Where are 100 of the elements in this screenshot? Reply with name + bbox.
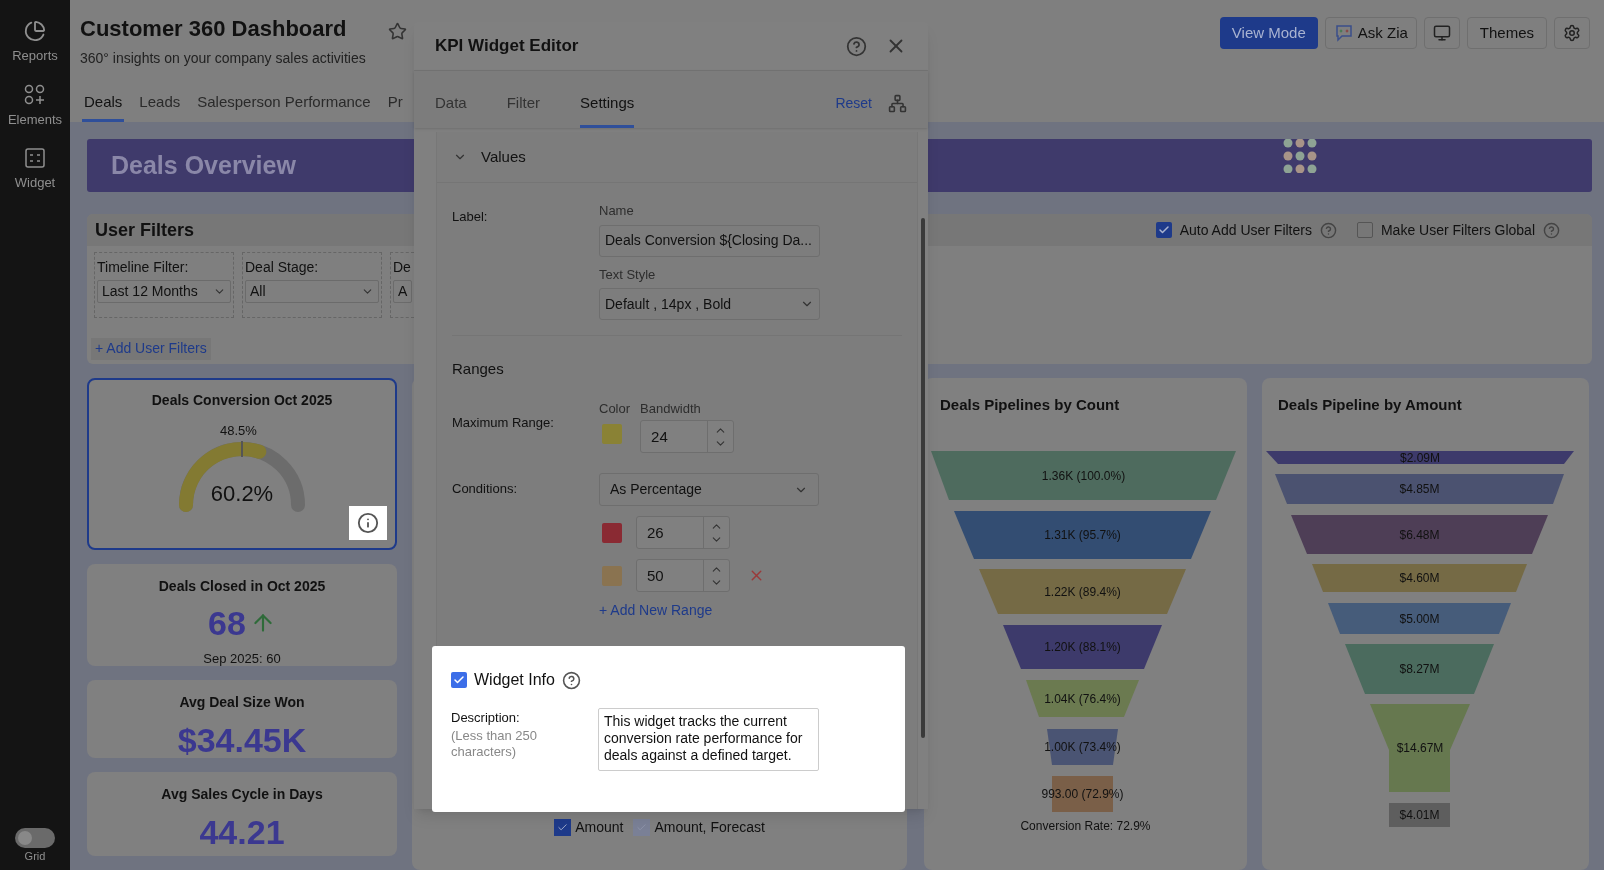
funnel-label: $4.01M [1399,808,1440,822]
info-icon [357,512,379,534]
option-label: Make User Filters Global [1380,220,1535,240]
editor-tab[interactable]: Data [435,82,467,128]
field-label: Description: [451,709,521,727]
chat-sparkle-icon [1333,23,1354,43]
funnel-label: 1.22K (89.4%) [1044,584,1121,599]
dashboard-title: Customer 360 Dashboard [80,15,348,43]
check-icon [1157,224,1170,236]
grid-label: Grid [24,848,46,864]
monitor-icon [1432,24,1451,42]
color-swatch[interactable] [602,424,622,444]
name-input-field[interactable]: Deals Conversion ${Closing Da... [599,224,820,257]
editor-tab[interactable]: Filter [506,82,541,128]
field-caption: Text Style [599,265,657,284]
sidebar-item[interactable]: Reports [2,20,68,66]
grid-toggle[interactable] [15,827,55,848]
field-caption: Bandwidth [640,399,702,418]
number-value: 26 [646,523,665,543]
widget-icon [24,147,46,169]
funnel-label: 993.00 (72.9%) [1041,787,1124,801]
filter-dropdown[interactable]: Last 12 Months [97,280,231,303]
check-icon [453,674,465,686]
funnel-label: 1.31K (95.7%) [1044,528,1121,542]
checkbox[interactable] [451,672,467,688]
legend-item[interactable]: Amount [554,817,624,838]
field-caption: Color [599,399,631,418]
kpi-value: 68 [208,603,246,643]
sidebar-item[interactable]: Widget [2,147,68,193]
editor-tab[interactable]: Settings [580,82,635,128]
funnel-label: 1.20K (88.1%) [1044,640,1121,654]
funnel-label: 1.36K (100.0%) [1041,468,1126,483]
kpi-card[interactable]: Deals Closed in Oct 2025 68 Sep 2025: 60 [87,564,397,666]
filter-label: Timeline Filter: [97,258,190,277]
description-textarea[interactable]: This widget tracks the current conversion rate performance for deals against a defined target. [598,708,819,771]
funnel-label: 1.00K (73.4%) [1044,740,1121,754]
panel-title: User Filters [95,218,195,242]
info-button[interactable] [349,506,387,540]
gauge-target-label: 48.5% [220,422,257,440]
kpi-card[interactable]: Avg Sales Cycle in Days 44.21 [87,772,397,856]
funnel-label: $4.85M [1399,482,1440,496]
text-style-dropdown[interactable]: Default , 14px , Bold [599,288,820,320]
help-icon[interactable] [561,670,581,690]
monitor-button[interactable] [1423,17,1460,49]
number-field[interactable]: 50 [636,559,730,592]
filter-dropdown[interactable]: All [245,280,379,303]
dialog-title: KPI Widget Editor [435,35,579,58]
kpi-title: Avg Deal Size Won [179,693,305,712]
ask-zia-button[interactable]: Ask Zia [1324,17,1417,49]
kpi-card[interactable]: Deals Conversion Oct 2025 48.5% 60.2% [87,378,397,550]
pie-chart-icon [24,20,46,42]
funnel-label: $2.09M [1400,450,1440,465]
legend-item[interactable]: Amount, Forecast [633,817,765,838]
number-field[interactable]: 24 [640,420,735,453]
kpi-card[interactable]: Avg Deal Size Won $34.45K [87,680,397,758]
help-icon[interactable] [846,35,867,57]
number-value: 24 [650,427,669,447]
section-header[interactable]: Values [437,132,917,183]
view-mode-button[interactable]: View Mode [1219,17,1318,49]
funnel-label: $14.67M [1396,741,1444,755]
dots-drawing [1282,139,1318,173]
chart-title: Deals Pipelines by Count [939,395,1121,415]
widget-info-label: Widget Info [474,670,555,690]
filter-label: Deal Stage: [245,258,320,277]
conditions-dropdown[interactable]: As Percentage [599,473,819,506]
reset-link[interactable]: Reset [835,92,872,114]
funnel-label: $6.48M [1399,527,1440,542]
filter-label: De [393,258,412,277]
gauge-value: 60.2% [209,480,275,508]
number-field[interactable]: 26 [636,516,730,549]
settings-button[interactable] [1554,17,1590,49]
funnel-label: $5.00M [1399,611,1440,626]
dashboard-tab[interactable]: Leads [137,86,183,122]
kpi-value: $34.45K [177,720,307,761]
scrollbar[interactable] [921,218,925,738]
field-label: Conditions: [452,480,519,498]
chart-title: Deals Pipeline by Amount [1277,395,1463,415]
dashboard-tab[interactable]: Pr [385,86,405,122]
conversion-rate-text: Conversion Rate: 72.9% [1019,818,1152,835]
check-icon [557,822,569,833]
kpi-comparison: Sep 2025: 60 [203,650,281,668]
checkbox[interactable] [1155,222,1172,238]
add-new-range-link[interactable]: + Add New Range [599,600,713,621]
kpi-title: Deals Closed in Oct 2025 [158,577,326,596]
checkbox[interactable] [1356,222,1373,238]
star-icon[interactable] [387,22,407,41]
themes-button[interactable]: Themes [1466,17,1547,49]
color-swatch[interactable] [602,565,622,586]
shapes-plus-icon [24,83,46,106]
dashboard-tab[interactable]: Salesperson Performance [195,86,373,122]
hierarchy-icon[interactable] [888,93,907,113]
section-title: Ranges [452,359,505,379]
kpi-title: Avg Sales Cycle in Days [161,785,323,804]
funnel-label: 1.04K (76.4%) [1044,691,1121,706]
dashboard-subtitle: 360° insights on your company sales activities [80,49,366,68]
option-label: Auto Add User Filters [1179,220,1312,240]
funnel-label: $4.60M [1399,571,1440,585]
filter-dropdown[interactable]: A [393,280,412,303]
color-swatch[interactable] [602,522,622,543]
sidebar-item[interactable]: Elements [2,83,68,129]
